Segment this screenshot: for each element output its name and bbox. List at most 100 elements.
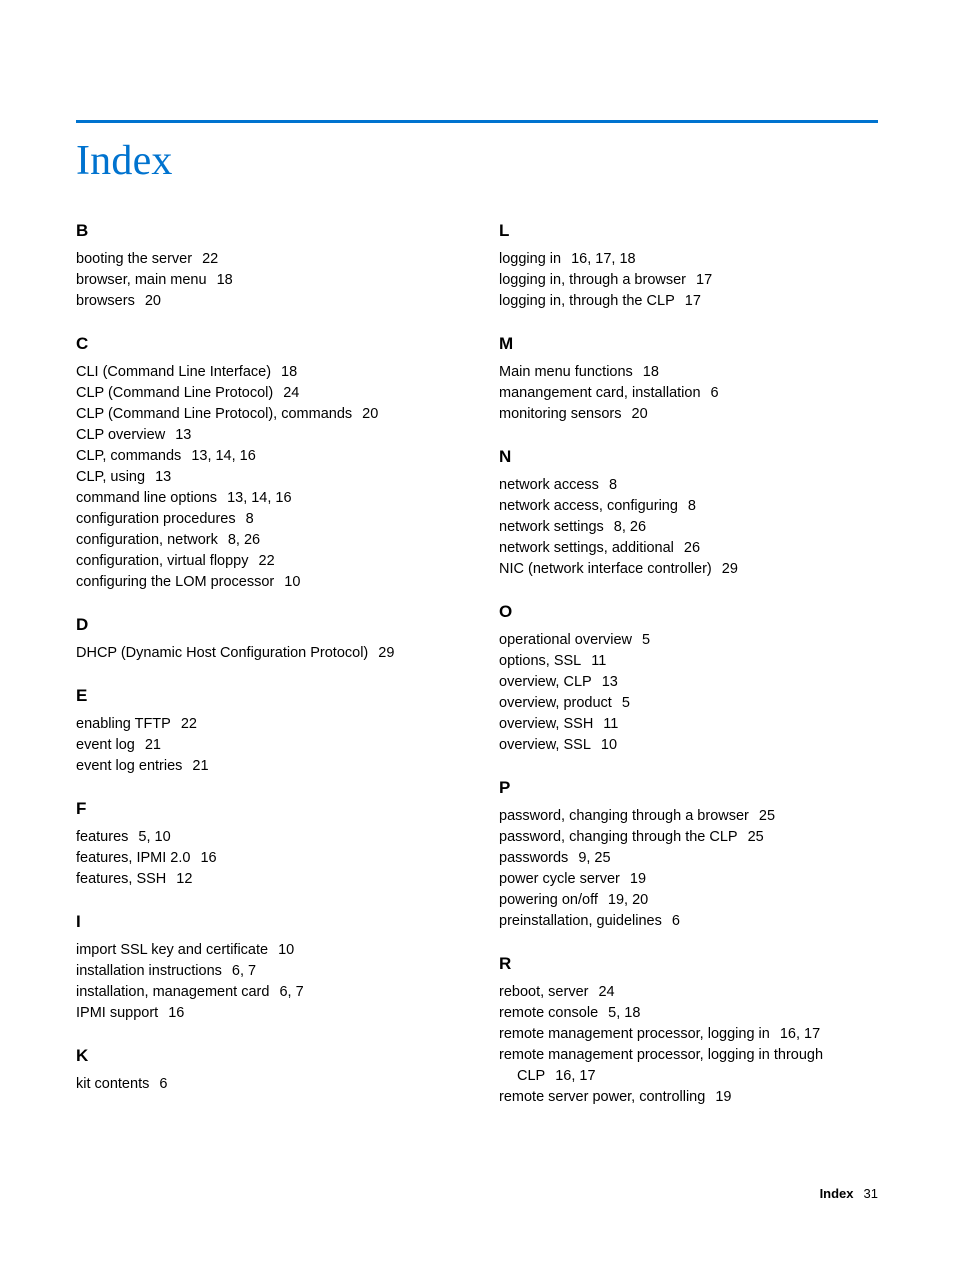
index-section: Kkit contents 6 [76,1046,455,1095]
index-entry-label: features, SSH [76,871,166,887]
index-entry-pages: 20 [145,293,161,309]
index-entry-label: monitoring sensors [499,406,622,422]
index-entry-pages: 13 [155,469,171,485]
index-entry-label: browsers [76,293,135,309]
index-entries: network access8network access, configuri… [499,475,878,580]
index-entry-label: installation, management card [76,984,269,1000]
index-entry-pages: 18 [217,272,233,288]
index-entry-pages: 18 [643,364,659,380]
index-entry: remote server power, controlling 19 [499,1087,878,1108]
index-entry-label: preinstallation, guidelines [499,913,662,929]
index-entry: network access8 [499,475,878,496]
index-entry: event log21 [76,735,455,756]
index-entry-label: CLI (Command Line Interface) [76,364,271,380]
index-entry: operational overview 5 [499,630,878,651]
index-entry-pages: 5, 10 [138,829,170,845]
index-entry: CLP, commands 13, 14, 16 [76,446,455,467]
index-letter: M [499,334,878,354]
index-entry: command line options 13, 14, 16 [76,488,455,509]
index-entry: configuring the LOM processor10 [76,572,455,593]
index-entry-label: CLP (Command Line Protocol), commands [76,406,352,422]
index-entry-pages: 20 [362,406,378,422]
index-entry: power cycle server19 [499,869,878,890]
index-entry-label: command line options [76,490,217,506]
index-entry-pages: 19 [715,1089,731,1105]
index-entry-pages: 13 [175,427,191,443]
index-entry: CLP (Command Line Protocol)24 [76,383,455,404]
index-entry: browser, main menu 18 [76,270,455,291]
index-entries: enabling TFTP22event log21event log entr… [76,714,455,777]
index-entry-pages: 13, 14, 16 [191,448,256,464]
index-entry-pages: 17 [696,272,712,288]
footer-label: Index [820,1186,854,1201]
index-entry-label: logging in, through a browser [499,272,686,288]
index-entry: password, changing through the CLP25 [499,827,878,848]
index-entry-label: DHCP (Dynamic Host Configuration Protoco… [76,645,368,661]
index-entries: features5, 10features, IPMI 2.016feature… [76,827,455,890]
index-entry: passwords9, 25 [499,848,878,869]
index-entry-label: network access [499,477,599,493]
index-entry-pages: 25 [759,808,775,824]
index-entry-label: Main menu functions [499,364,633,380]
index-entries: password, changing through a browser25pa… [499,806,878,932]
index-letter: I [76,912,455,932]
index-entry-pages: 5 [642,632,650,648]
index-column-left: Bbooting the server22browser, main menu1… [76,221,455,1130]
index-entry: manangement card, installation6 [499,383,878,404]
index-entry: logging in, through a browser 17 [499,270,878,291]
index-section: CCLI (Command Line Interface)18CLP (Comm… [76,334,455,593]
page-footer: Index 31 [76,1186,878,1201]
index-section: Bbooting the server22browser, main menu1… [76,221,455,312]
index-entry-label: reboot, server [499,984,588,1000]
index-entry-label: IPMI support [76,1005,158,1021]
index-entry: options, SSL11 [499,651,878,672]
index-entry-label: enabling TFTP [76,716,171,732]
index-entry-pages: 11 [603,716,618,732]
index-entry-pages: 22 [202,251,218,267]
index-entry: enabling TFTP22 [76,714,455,735]
index-entry-label: CLP, commands [76,448,181,464]
index-entry-pages: 6 [159,1076,167,1092]
index-entry-pages: 10 [601,737,617,753]
index-entry-pages: 5 [622,695,630,711]
index-entry-label: operational overview [499,632,632,648]
index-entry-label: network settings [499,519,604,535]
index-entry-pages: 10 [278,942,294,958]
index-entry-pages: 8 [246,511,254,527]
index-entry-pages: 29 [722,561,738,577]
index-entry-pages: 13 [602,674,618,690]
index-entry: CLP (Command Line Protocol), commands 20 [76,404,455,425]
index-entry-label: logging in [499,251,561,267]
index-entry-pages: 13, 14, 16 [227,490,292,506]
index-letter: N [499,447,878,467]
index-entry-label: options, SSL [499,653,581,669]
index-entry-label: password, changing through a browser [499,808,749,824]
index-entry: overview, CLP13 [499,672,878,693]
index-entry-label: remote console [499,1005,598,1021]
index-entry: overview, product5 [499,693,878,714]
index-section: Llogging in16, 17, 18logging in, through… [499,221,878,312]
index-entry-label: overview, SSL [499,737,591,753]
index-entries: kit contents 6 [76,1074,455,1095]
index-section: Ooperational overview5options, SSL11over… [499,602,878,756]
index-entry: booting the server22 [76,249,455,270]
index-entry-label: browser, main menu [76,272,207,288]
index-entry: reboot, server24 [499,982,878,1003]
index-entry: password, changing through a browser 25 [499,806,878,827]
index-entry: CLP, using13 [76,467,455,488]
index-section: Nnetwork access8network access, configur… [499,447,878,580]
index-entry: event log entries21 [76,756,455,777]
index-entry-label: password, changing through the CLP [499,829,738,845]
footer-page-number: 31 [864,1186,878,1201]
index-entry: CLP overview13 [76,425,455,446]
index-entries: booting the server22 browser, main menu 18… [76,249,455,312]
index-entry-pages: 19, 20 [608,892,648,908]
index-entry-pages: 8 [688,498,696,514]
index-entry-pages: 16, 17 [780,1026,820,1042]
index-entry-label: overview, SSH [499,716,593,732]
index-entry-label: kit contents [76,1076,149,1092]
index-entry-label: remote server power, controlling [499,1089,705,1105]
index-entry-label: network access, configuring [499,498,678,514]
index-letter: K [76,1046,455,1066]
index-entry-pages: 6 [672,913,680,929]
